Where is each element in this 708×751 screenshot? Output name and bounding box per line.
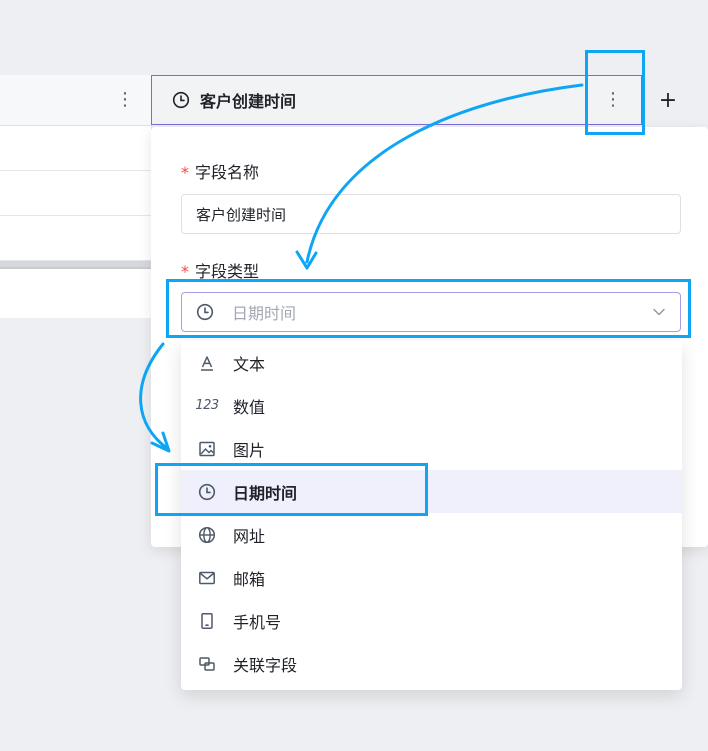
type-option-label: 手机号 bbox=[233, 612, 282, 632]
number-icon: 123 bbox=[195, 398, 219, 413]
type-option-label: 图片 bbox=[233, 440, 266, 460]
clock-icon bbox=[197, 482, 217, 502]
globe-icon bbox=[197, 525, 217, 545]
clock-icon bbox=[172, 91, 190, 109]
field-type-value: 日期时间 bbox=[232, 304, 297, 323]
left-table-fragment: ⋮ bbox=[0, 75, 152, 318]
column-header[interactable]: 客户创建时间 ⋮ bbox=[151, 75, 642, 125]
field-type-label: * 字段类型 bbox=[181, 262, 260, 281]
type-option-label: 邮箱 bbox=[233, 569, 266, 589]
field-name-input[interactable] bbox=[181, 194, 681, 234]
table-row bbox=[0, 269, 151, 317]
clock-icon bbox=[196, 303, 214, 321]
type-option-url[interactable]: 网址 bbox=[181, 513, 682, 556]
left-column-header: ⋮ bbox=[0, 75, 151, 126]
chevron-down-icon bbox=[653, 308, 665, 316]
text-icon bbox=[197, 353, 217, 373]
type-option-image[interactable]: 图片 bbox=[181, 427, 682, 470]
left-column-more-icon[interactable]: ⋮ bbox=[116, 89, 134, 111]
field-type-select[interactable]: 日期时间 bbox=[181, 292, 681, 332]
table-row bbox=[0, 216, 151, 261]
type-option-label: 文本 bbox=[233, 354, 266, 374]
type-option-label: 关联字段 bbox=[233, 655, 298, 675]
field-name-label: * 字段名称 bbox=[181, 163, 260, 182]
phone-icon bbox=[197, 611, 217, 631]
type-option-label: 日期时间 bbox=[233, 483, 298, 503]
mail-icon bbox=[197, 568, 217, 588]
required-mark: * bbox=[181, 163, 189, 182]
field-type-dropdown: 文本 123 数值 图片 日期时间 网址 邮箱 手机号 关联字段 bbox=[181, 341, 682, 690]
add-column-button[interactable]: + bbox=[652, 88, 684, 114]
image-icon bbox=[197, 439, 217, 459]
column-title: 客户创建时间 bbox=[200, 92, 297, 111]
type-option-label: 数值 bbox=[233, 397, 266, 417]
table-row bbox=[0, 171, 151, 216]
link-field-icon bbox=[197, 654, 217, 674]
type-option-datetime[interactable]: 日期时间 bbox=[181, 470, 682, 513]
required-mark: * bbox=[181, 262, 189, 281]
type-option-number[interactable]: 123 数值 bbox=[181, 384, 682, 427]
type-option-text[interactable]: 文本 bbox=[181, 341, 682, 384]
type-option-phone[interactable]: 手机号 bbox=[181, 599, 682, 642]
column-more-icon[interactable]: ⋮ bbox=[604, 89, 622, 111]
type-option-relation[interactable]: 关联字段 bbox=[181, 642, 682, 685]
table-row bbox=[0, 126, 151, 171]
table-divider bbox=[0, 261, 151, 269]
type-option-label: 网址 bbox=[233, 526, 266, 546]
type-option-email[interactable]: 邮箱 bbox=[181, 556, 682, 599]
